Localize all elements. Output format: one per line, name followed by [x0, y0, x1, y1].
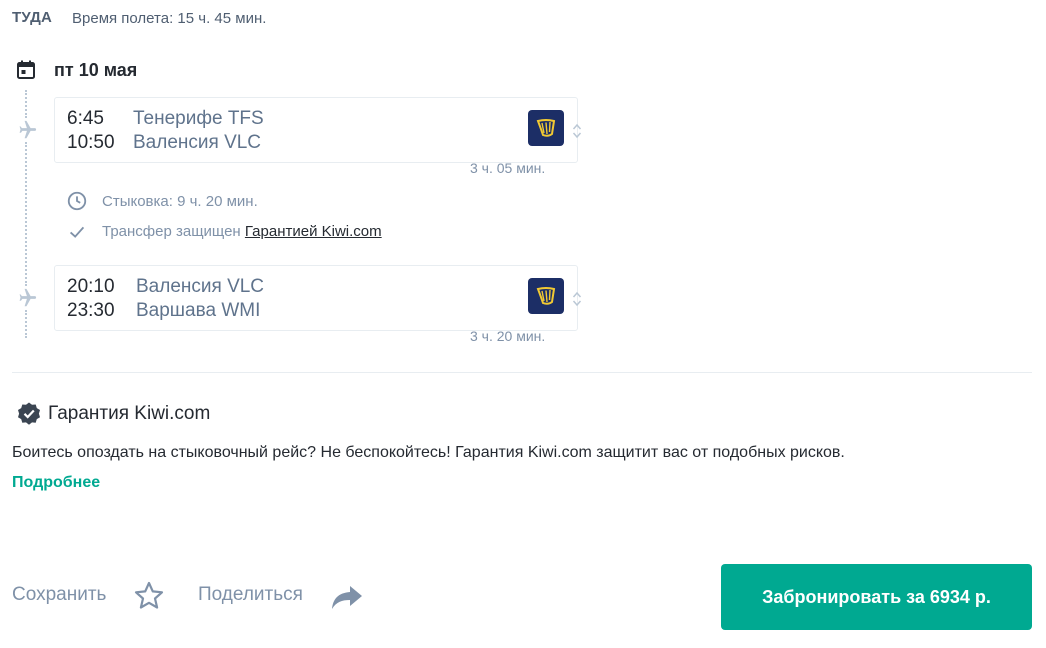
arrival-place: Валенсия VLC — [133, 132, 262, 153]
departure-place: Валенсия VLC — [136, 276, 265, 297]
arrival-time: 23:30 — [67, 300, 115, 321]
transfer-protected-text: Трансфер защищен Гарантией Kiwi.com — [102, 223, 382, 240]
expand-chevron-icon[interactable] — [572, 290, 582, 308]
arrival-place: Варшава WMI — [136, 300, 261, 321]
departure-time: 20:10 — [67, 276, 115, 297]
airline-logo — [528, 278, 564, 314]
timeline-line — [25, 142, 27, 286]
segment-duration: 3 ч. 20 мин. — [470, 328, 546, 344]
verified-badge-icon — [18, 402, 40, 425]
direction-label: ТУДА — [12, 9, 53, 26]
total-duration: Время полета: 15 ч. 45 мин. — [72, 10, 267, 27]
departure-place: Тенерифе TFS — [133, 108, 264, 129]
book-button[interactable]: Забронировать за 6934 р. — [721, 564, 1032, 630]
guarantee-link[interactable]: Гарантией Kiwi.com — [245, 223, 382, 240]
share-arrow-icon[interactable] — [330, 582, 364, 612]
section-divider — [12, 372, 1032, 373]
more-info-link[interactable]: Подробнее — [12, 474, 100, 492]
timeline-line — [25, 90, 27, 118]
layover-text: Стыковка: 9 ч. 20 мин. — [102, 193, 258, 210]
guarantee-title: Гарантия Kiwi.com — [48, 403, 211, 424]
plane-icon — [19, 288, 37, 307]
check-icon — [69, 226, 85, 238]
clock-icon — [67, 191, 87, 211]
share-button[interactable]: Поделиться — [198, 584, 303, 606]
expand-chevron-icon[interactable] — [572, 122, 582, 140]
departure-time: 6:45 — [67, 108, 104, 129]
timeline-line — [25, 310, 27, 338]
flight-segment-card[interactable]: 20:10 Валенсия VLC 23:30 Варшава WMI — [54, 265, 582, 331]
flight-date: пт 10 мая — [54, 60, 138, 80]
guarantee-description: Боитесь опоздать на стыковочный рейс? Не… — [12, 444, 845, 461]
save-button[interactable]: Сохранить — [12, 584, 106, 606]
transfer-label: Трансфер защищен — [102, 223, 241, 240]
arrival-time: 10:50 — [67, 132, 115, 153]
airline-logo — [528, 110, 564, 146]
plane-icon — [19, 120, 37, 139]
star-icon[interactable] — [133, 580, 165, 612]
segment-duration: 3 ч. 05 мин. — [470, 160, 546, 176]
calendar-icon — [17, 60, 35, 79]
flight-segment-card[interactable]: 6:45 Тенерифе TFS 10:50 Валенсия VLC — [54, 97, 582, 163]
